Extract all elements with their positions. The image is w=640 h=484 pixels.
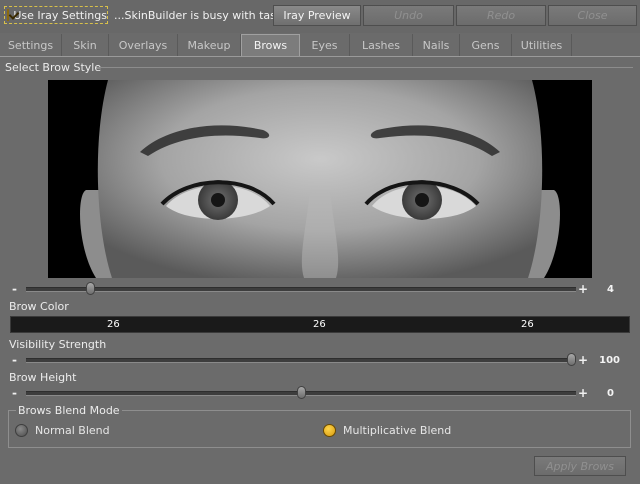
close-button[interactable]: Close (548, 5, 637, 26)
undo-button[interactable]: Undo (363, 5, 454, 26)
visibility-strength-title: Visibility Strength (9, 338, 107, 351)
visibility-slider-handle[interactable] (567, 353, 576, 366)
brow-color-red-value: 26 (107, 319, 120, 330)
decrease-brow-style-button[interactable]: - (12, 283, 17, 295)
tab-gens[interactable]: Gens (460, 34, 512, 56)
tab-lashes[interactable]: Lashes (350, 34, 413, 56)
tab-utilities[interactable]: Utilities (512, 34, 572, 56)
brow-color-swatch[interactable]: 26 26 26 (10, 316, 630, 333)
brow-style-slider-handle[interactable] (85, 282, 95, 295)
brow-preview-image (48, 80, 592, 278)
tab-settings[interactable]: Settings (0, 34, 62, 56)
tab-brows[interactable]: Brows (241, 34, 300, 56)
brow-style-value: 4 (607, 284, 614, 295)
decrease-height-button[interactable]: - (12, 387, 17, 399)
brow-height-title: Brow Height (9, 371, 77, 384)
face-preview-icon (80, 80, 560, 278)
tab-nails[interactable]: Nails (413, 34, 460, 56)
height-slider-handle[interactable] (296, 386, 306, 399)
tab-overlays[interactable]: Overlays (109, 34, 178, 56)
multiplicative-blend-radio[interactable] (323, 424, 336, 437)
use-iray-settings-checkbox[interactable]: Use Iray Settings (4, 6, 108, 24)
visibility-slider-track[interactable] (26, 358, 576, 363)
brow-style-slider-track[interactable] (26, 287, 576, 292)
normal-blend-radio[interactable] (15, 424, 28, 437)
tab-bar: Settings Skin Overlays Makeup Brows Eyes… (0, 34, 640, 57)
select-brow-style-title: Select Brow Style (5, 61, 102, 74)
tab-makeup[interactable]: Makeup (178, 34, 241, 56)
normal-blend-label[interactable]: Normal Blend (35, 424, 110, 437)
checkmark-icon[interactable] (7, 9, 10, 21)
tab-eyes[interactable]: Eyes (300, 34, 350, 56)
height-value: 0 (607, 388, 614, 399)
brow-color-title: Brow Color (9, 300, 69, 313)
status-text: ...SkinBuilder is busy with task... (114, 9, 293, 22)
apply-brows-button[interactable]: Apply Brows (534, 456, 626, 476)
increase-visibility-button[interactable]: + (578, 354, 588, 366)
use-iray-settings-label: Use Iray Settings (13, 8, 107, 22)
multiplicative-blend-label[interactable]: Multiplicative Blend (343, 424, 451, 437)
brow-color-green-value: 26 (313, 319, 326, 330)
divider (97, 67, 633, 68)
brow-color-blue-value: 26 (521, 319, 534, 330)
tab-skin[interactable]: Skin (62, 34, 109, 56)
redo-button[interactable]: Redo (456, 5, 546, 26)
visibility-value: 100 (599, 355, 620, 366)
blend-mode-title: Brows Blend Mode (16, 404, 122, 417)
decrease-visibility-button[interactable]: - (12, 354, 17, 366)
iray-preview-button[interactable]: Iray Preview (273, 5, 361, 26)
